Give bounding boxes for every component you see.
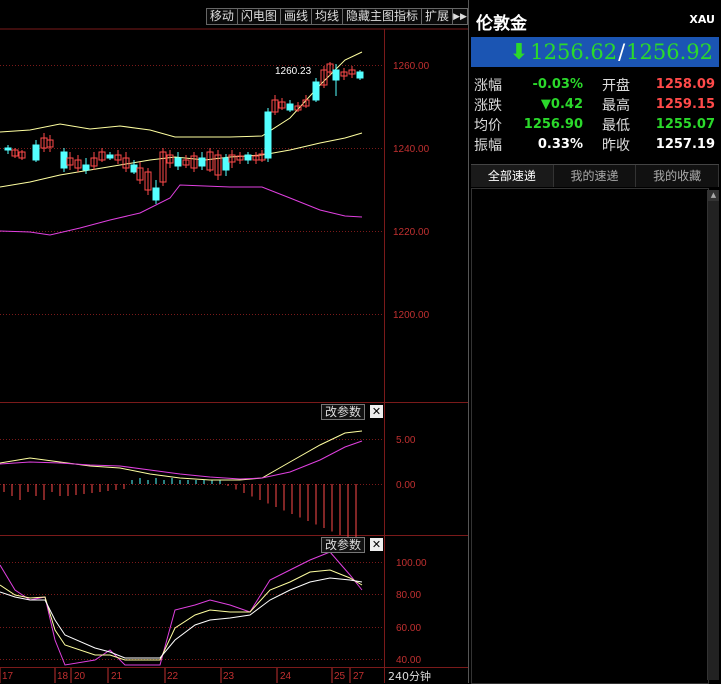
kdj-d-line <box>0 577 363 659</box>
candle-body <box>4 147 12 151</box>
extend-button[interactable]: 扩展 <box>420 8 452 25</box>
candle-body <box>312 81 320 101</box>
down-arrow-icon: ⬇ <box>509 39 529 65</box>
candle-body <box>244 154 252 161</box>
price-tick-2: 1220.00 <box>393 227 430 238</box>
plot-layer <box>0 51 364 666</box>
date-label: 20 <box>74 671 86 682</box>
stat-value: 1257.19 <box>655 137 715 152</box>
stat-label: 涨跌 <box>474 98 502 114</box>
lower-band-line <box>0 184 363 236</box>
date-label: 17 <box>2 671 14 682</box>
stat-label: 最高 <box>602 98 630 114</box>
macd-tick-1: 0.00 <box>396 480 416 491</box>
candle-body <box>82 164 90 171</box>
date-label: 24 <box>280 671 292 682</box>
date-label: 23 <box>223 671 235 682</box>
scroll-up-icon[interactable]: ▲ <box>708 190 719 201</box>
candlestick-chart[interactable]: 1260.00 1240.00 1220.00 1200.00 5.00 0.0… <box>0 0 468 683</box>
stat-label: 昨收 <box>602 138 630 154</box>
chart-toolbar: 移动 闪电图 画线 均线 隐藏主图指标 扩展 ▶▶ <box>205 8 468 25</box>
stat-value: 1258.09 <box>655 77 715 92</box>
draw-line-button[interactable]: 画线 <box>279 8 311 25</box>
date-axis-labels: 17 18 20 21 22 23 24 25 27 <box>2 671 365 682</box>
stat-label: 最低 <box>602 118 630 134</box>
bid-price: 1256.62 <box>530 40 618 64</box>
date-label: 27 <box>353 671 365 682</box>
kdj-tick-1: 80.00 <box>396 590 421 601</box>
price-tick-3: 1200.00 <box>393 310 430 321</box>
date-label: 22 <box>167 671 179 682</box>
stat-label: 振幅 <box>474 138 502 154</box>
quote-stats: 涨幅 -0.03% 开盘 1258.09 涨跌 ▼0.42 最高 1259.15… <box>474 75 718 155</box>
hide-indicator-button[interactable]: 隐藏主图指标 <box>341 8 421 25</box>
candle-body <box>152 187 160 201</box>
candle-body <box>130 164 138 173</box>
stat-label: 开盘 <box>602 78 630 94</box>
stat-row: 振幅 0.33% 昨收 1257.19 <box>474 135 718 155</box>
tab-my-favorites[interactable]: 我的收藏 <box>636 165 720 187</box>
candle-body <box>264 111 272 159</box>
instrument-title: 伦敦金 <box>476 14 527 34</box>
news-feed[interactable] <box>471 188 709 684</box>
kdj-close-icon[interactable]: ✕ <box>370 538 383 551</box>
price-bar: ⬇ 1256.62 / 1256.92 <box>471 37 719 67</box>
stat-label: 均价 <box>474 118 502 134</box>
stat-row: 涨幅 -0.03% 开盘 1258.09 <box>474 75 718 95</box>
macd-tick-0: 5.00 <box>396 435 416 446</box>
date-label: 25 <box>334 671 346 682</box>
stat-value: 0.33% <box>537 137 583 152</box>
price-axis-labels: 1260.00 1240.00 1220.00 1200.00 5.00 0.0… <box>393 61 430 666</box>
period-label[interactable]: 240分钟 <box>388 668 431 683</box>
candle-body <box>106 154 114 159</box>
candle-body <box>174 157 182 167</box>
moving-average-button[interactable]: 均线 <box>310 8 342 25</box>
flash-chart-button[interactable]: 闪电图 <box>236 8 280 25</box>
candle-body <box>332 69 340 81</box>
candle-body <box>60 151 68 169</box>
chart-area[interactable]: 1260.00 1240.00 1220.00 1200.00 5.00 0.0… <box>0 0 468 683</box>
feed-scrollbar[interactable]: ▲ <box>707 190 719 680</box>
macd-param-button[interactable]: 改参数 <box>321 404 366 420</box>
quote-panel: 伦敦金 XAU ⬇ 1256.62 / 1256.92 涨幅 -0.03% 开盘… <box>468 0 721 684</box>
candle-body <box>198 157 206 167</box>
tab-my-news[interactable]: 我的速递 <box>553 165 637 187</box>
instrument-code: XAU <box>689 13 715 26</box>
kdj-tick-2: 60.00 <box>396 623 421 634</box>
date-label: 18 <box>57 671 69 682</box>
kdj-param-button[interactable]: 改参数 <box>321 537 366 553</box>
price-tick-1: 1240.00 <box>393 144 430 155</box>
news-tabs: 全部速递 我的速递 我的收藏 <box>471 164 720 187</box>
stat-value: 1259.15 <box>655 97 715 112</box>
kdj-k-line <box>0 569 363 661</box>
macd-dif-line <box>0 430 363 481</box>
high-price-label: 1260.23 <box>275 66 312 77</box>
stat-row: 均价 1256.90 最低 1255.07 <box>474 115 718 135</box>
stat-value: ▼0.42 <box>540 97 583 112</box>
price-tick-0: 1260.00 <box>393 61 430 72</box>
stat-value: 1255.07 <box>655 117 715 132</box>
stat-row: 涨跌 ▼0.42 最高 1259.15 <box>474 95 718 115</box>
stat-value: 1256.90 <box>523 117 583 132</box>
candle-body <box>356 71 364 79</box>
candle-body <box>286 103 294 111</box>
date-label: 21 <box>111 671 123 682</box>
expand-arrow-icon[interactable]: ▶▶ <box>452 8 468 25</box>
kdj-tick-0: 100.00 <box>396 558 427 569</box>
tab-all-news[interactable]: 全部速递 <box>471 165 554 187</box>
candle-body <box>32 144 40 161</box>
candle-body <box>222 157 230 171</box>
stat-label: 涨幅 <box>474 78 502 94</box>
price-separator: / <box>618 40 626 64</box>
move-button[interactable]: 移动 <box>205 8 237 25</box>
upper-band-line <box>0 51 363 138</box>
stat-value: -0.03% <box>532 77 584 92</box>
kdj-tick-3: 40.00 <box>396 655 421 666</box>
kdj-j-line <box>0 551 363 666</box>
macd-dea-line <box>0 440 363 480</box>
macd-close-icon[interactable]: ✕ <box>370 405 383 418</box>
ask-price: 1256.92 <box>626 40 713 64</box>
